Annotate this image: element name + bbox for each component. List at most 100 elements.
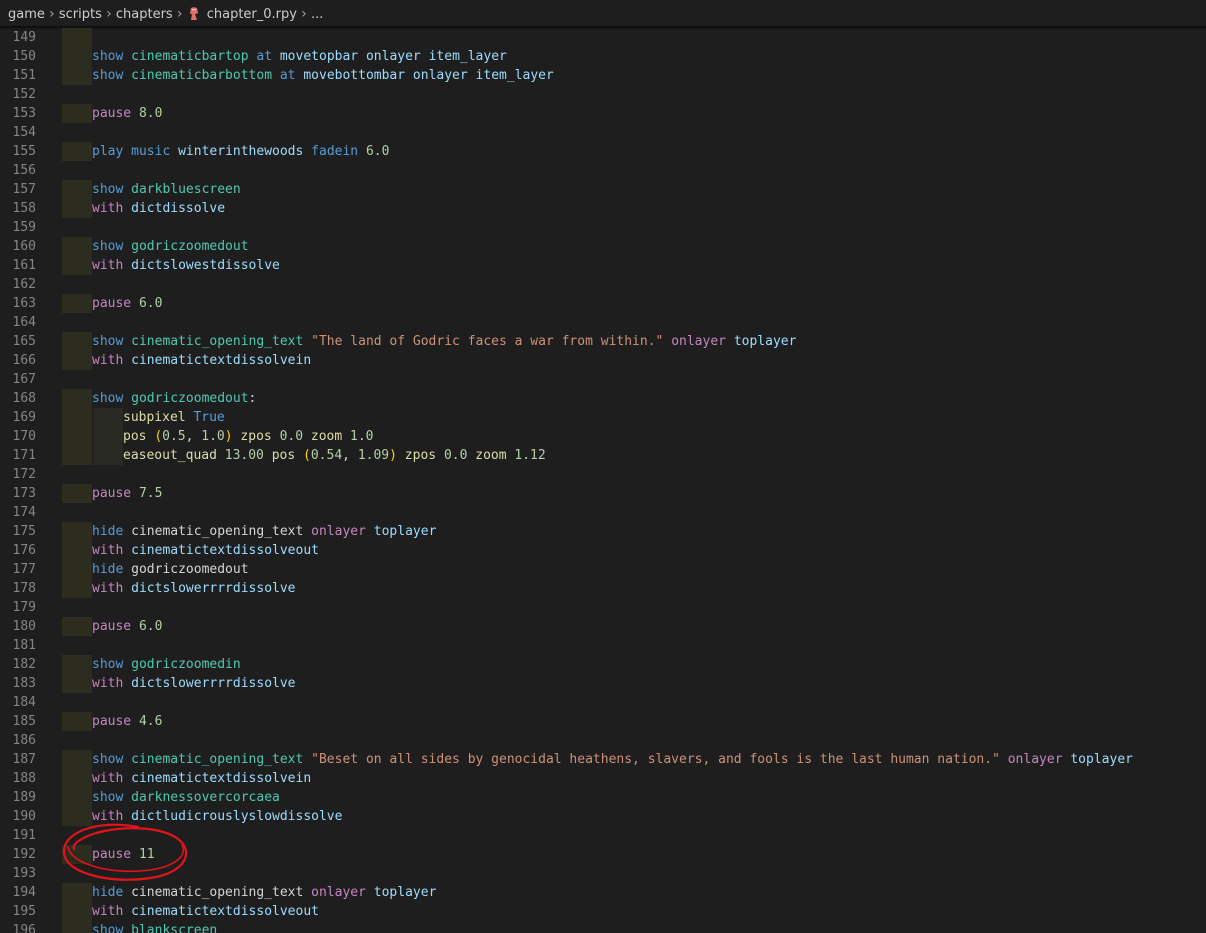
- line-number: 169: [12, 410, 36, 425]
- code-token: show: [92, 790, 124, 805]
- code-line[interactable]: 176 with cinematictextdissolveout: [0, 541, 1206, 560]
- indent-guide: [62, 921, 92, 933]
- code-token: movetopbar: [279, 49, 359, 64]
- code-line[interactable]: 175 hide cinematic_opening_text onlayer t…: [0, 522, 1206, 541]
- code-line[interactable]: 180 pause 6.0: [0, 617, 1206, 636]
- indent-guide: [62, 484, 92, 503]
- code-line[interactable]: 154: [0, 123, 1206, 142]
- code-token: show: [92, 239, 124, 254]
- code-line[interactable]: 183 with dictslowerrrrdissolve: [0, 674, 1206, 693]
- code-line[interactable]: 161 with dictslowestdissolve: [0, 256, 1206, 275]
- code-token: cinematictextdissolveout: [131, 904, 319, 919]
- indent-guide: [62, 902, 92, 921]
- code-token: cinematictextdissolvein: [131, 771, 312, 786]
- code-line[interactable]: 170 pos (0.5, 1.0) zpos 0.0 zoom 1.0: [0, 427, 1206, 446]
- code-editor[interactable]: 149 150 show cinematicbartop at movetopbar…: [0, 28, 1206, 933]
- code-line[interactable]: 163 pause 6.0: [0, 294, 1206, 313]
- line-number: 192: [12, 847, 36, 862]
- code-line[interactable]: 162: [0, 275, 1206, 294]
- code-line[interactable]: 156: [0, 161, 1206, 180]
- code-token: 6.0: [138, 619, 163, 634]
- code-token: toplayer: [373, 524, 437, 539]
- code-line[interactable]: 152: [0, 85, 1206, 104]
- code-line[interactable]: 151 show cinematicbarbottom at movebottom…: [0, 66, 1206, 85]
- code-token: godriczoomedout: [131, 239, 249, 254]
- code-line[interactable]: 168 show godriczoomedout:: [0, 389, 1206, 408]
- code-line[interactable]: 184: [0, 693, 1206, 712]
- code-token: 0.0: [443, 448, 468, 463]
- code-line[interactable]: 166 with cinematictextdissolvein: [0, 351, 1206, 370]
- code-line[interactable]: 182 show godriczoomedin: [0, 655, 1206, 674]
- code-token: godriczoomedin: [131, 657, 241, 672]
- code-line[interactable]: 150 show cinematicbartop at movetopbar on…: [0, 47, 1206, 66]
- line-number: 177: [12, 562, 36, 577]
- code-line[interactable]: 159: [0, 218, 1206, 237]
- code-line[interactable]: 171 easeout_quad 13.00 pos (0.54, 1.09) z…: [0, 446, 1206, 465]
- code-line[interactable]: 195 with cinematictextdissolveout: [0, 902, 1206, 921]
- code-token: 1.0: [201, 429, 225, 444]
- code-token: show: [92, 334, 124, 349]
- code-token: item_layer: [475, 68, 554, 83]
- code-line[interactable]: 174: [0, 503, 1206, 522]
- code-line[interactable]: 177 hide godriczoomedout: [0, 560, 1206, 579]
- code-token: at: [256, 49, 273, 64]
- code-line[interactable]: 187 show cinematic_opening_text "Beset on…: [0, 750, 1206, 769]
- breadcrumb-item-game[interactable]: game: [8, 7, 45, 22]
- code-line[interactable]: 167: [0, 370, 1206, 389]
- code-token: show: [92, 923, 124, 933]
- code-line[interactable]: 164: [0, 313, 1206, 332]
- code-token: show: [92, 182, 124, 197]
- code-line[interactable]: 169 subpixel True: [0, 408, 1206, 427]
- code-line[interactable]: 185 pause 4.6: [0, 712, 1206, 731]
- code-line[interactable]: 149: [0, 28, 1206, 47]
- code-token: with: [92, 581, 124, 596]
- code-line[interactable]: 160 show godriczoomedout: [0, 237, 1206, 256]
- line-number: 166: [12, 353, 36, 368]
- code-line[interactable]: 179: [0, 598, 1206, 617]
- code-token: pause: [92, 619, 132, 634]
- code-line[interactable]: 153 pause 8.0: [0, 104, 1206, 123]
- code-line[interactable]: 186: [0, 731, 1206, 750]
- line-number: 158: [12, 201, 36, 216]
- code-token: with: [92, 904, 124, 919]
- breadcrumb-item-file[interactable]: chapter_0.rpy: [207, 7, 297, 22]
- code-token: music: [131, 144, 171, 159]
- code-line[interactable]: 157 show darkbluescreen: [0, 180, 1206, 199]
- breadcrumb-item-scripts[interactable]: scripts: [59, 7, 102, 22]
- code-token: onlayer: [671, 334, 726, 349]
- code-line[interactable]: 196 show blankscreen: [0, 921, 1206, 933]
- indent-guide: [62, 712, 92, 731]
- code-line[interactable]: 155 play music winterinthewoods fadein 6.…: [0, 142, 1206, 161]
- code-line[interactable]: 181: [0, 636, 1206, 655]
- code-line[interactable]: 178 with dictslowerrrrdissolve: [0, 579, 1206, 598]
- code-text: show godriczoomedout:: [92, 389, 256, 408]
- code-text: hide godriczoomedout: [92, 560, 249, 579]
- code-token: zpos: [404, 448, 437, 463]
- code-token: 6.0: [365, 144, 390, 159]
- code-token: movebottombar: [303, 68, 406, 83]
- indent-guide: [62, 237, 92, 256]
- code-text: with cinematictextdissolveout: [92, 902, 319, 921]
- breadcrumb-item-more[interactable]: ...: [311, 7, 323, 22]
- code-line[interactable]: 172: [0, 465, 1206, 484]
- code-line[interactable]: 188 with cinematictextdissolvein: [0, 769, 1206, 788]
- code-line[interactable]: 158 with dictdissolve: [0, 199, 1206, 218]
- line-number: 182: [12, 657, 36, 672]
- code-line[interactable]: 173 pause 7.5: [0, 484, 1206, 503]
- code-token: show: [92, 657, 124, 672]
- code-line[interactable]: 165 show cinematic_opening_text "The land…: [0, 332, 1206, 351]
- code-line[interactable]: 189 show darknessovercorcaea: [0, 788, 1206, 807]
- breadcrumb-item-chapters[interactable]: chapters: [116, 7, 173, 22]
- line-number: 183: [12, 676, 36, 691]
